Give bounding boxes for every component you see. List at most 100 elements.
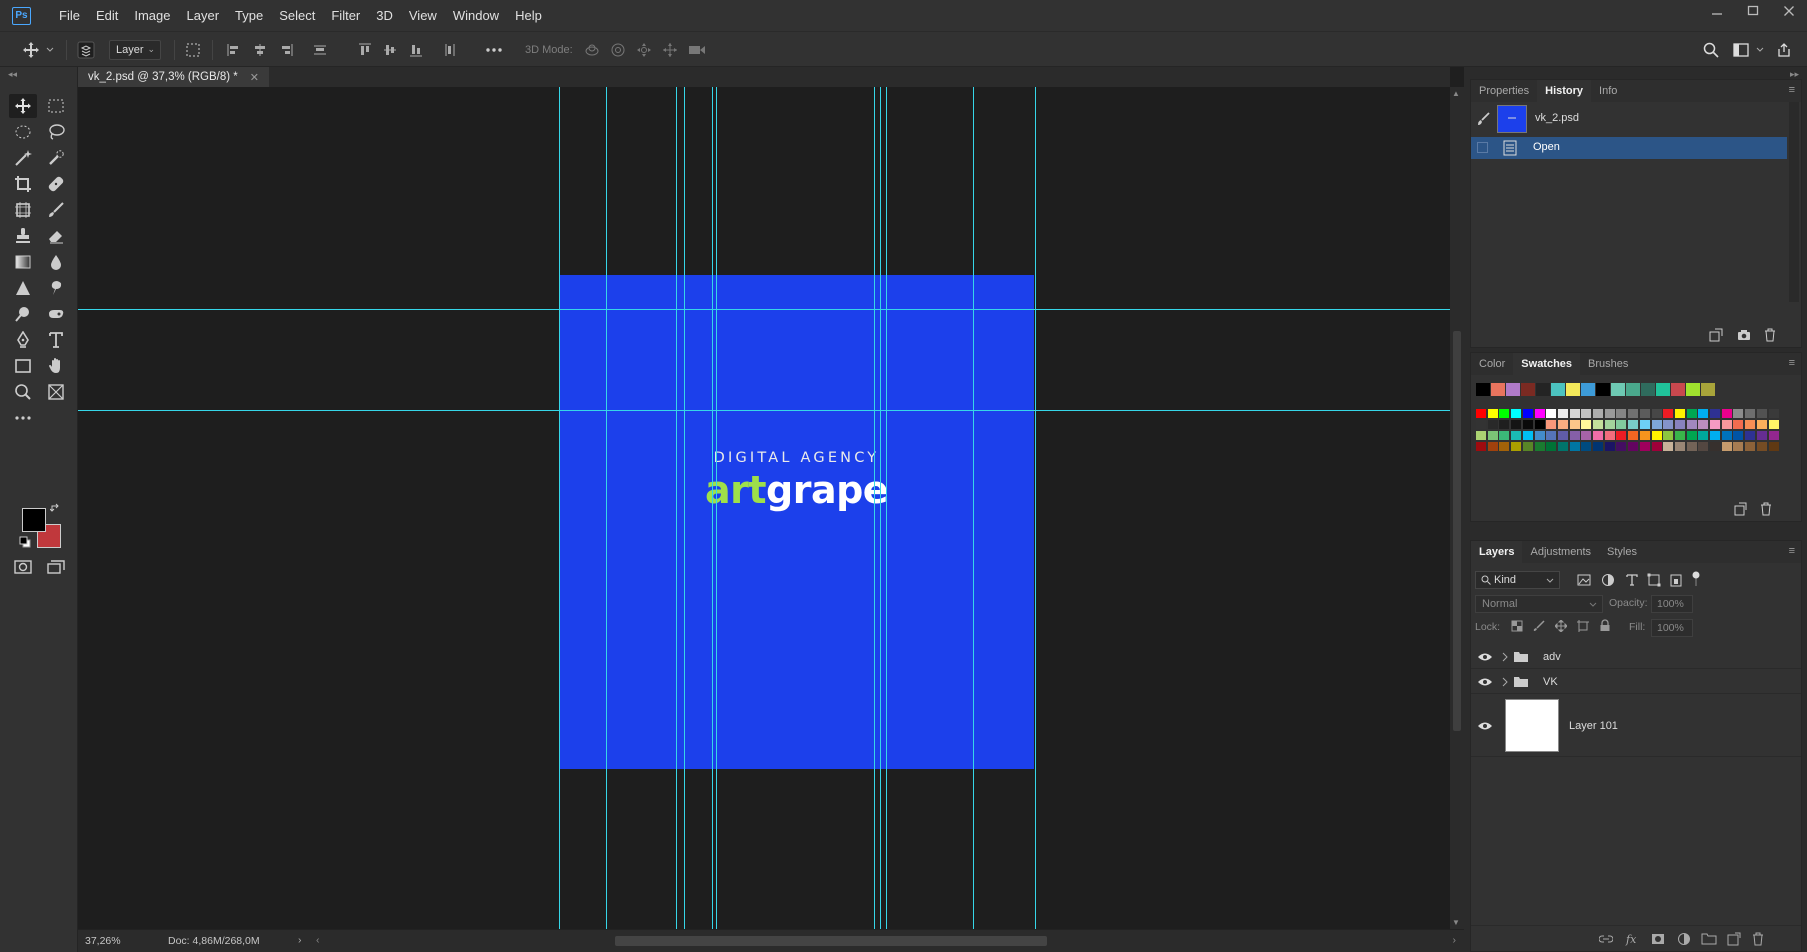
horizontal-guide[interactable]	[78, 309, 1450, 310]
crop-tool[interactable]	[9, 172, 37, 196]
tab-info[interactable]: Info	[1591, 80, 1625, 102]
recent-color-swatch[interactable]	[1521, 383, 1535, 396]
distribute-vertical-button[interactable]	[440, 32, 460, 68]
color-swatch[interactable]	[1511, 442, 1522, 451]
menu-select[interactable]: Select	[271, 0, 323, 31]
color-swatch[interactable]	[1487, 431, 1498, 440]
swap-colors-button[interactable]	[48, 501, 62, 515]
maximize-button[interactable]	[1735, 0, 1771, 22]
vertical-guide[interactable]	[559, 87, 560, 929]
align-left-button[interactable]	[224, 32, 244, 68]
color-swatch[interactable]	[1698, 420, 1709, 429]
artboard-frame-tool[interactable]	[42, 380, 70, 404]
color-swatch[interactable]	[1546, 409, 1557, 418]
lock-image-pixels-icon[interactable]	[1533, 620, 1545, 632]
trash-icon[interactable]	[1763, 328, 1777, 342]
healing-brush-tool[interactable]	[42, 172, 70, 196]
more-options-button[interactable]	[482, 32, 506, 68]
color-swatch[interactable]	[1628, 442, 1639, 451]
color-swatch[interactable]	[1604, 420, 1615, 429]
type-layer-filter-icon[interactable]	[1625, 573, 1639, 587]
color-swatch[interactable]	[1721, 442, 1732, 451]
color-swatch[interactable]	[1581, 420, 1592, 429]
auto-select-target-select[interactable]: Layer ⌄	[109, 40, 161, 60]
color-swatch[interactable]	[1674, 420, 1685, 429]
color-swatch[interactable]	[1686, 442, 1697, 451]
history-snapshot[interactable]: vk_2.psd	[1471, 102, 1787, 136]
color-swatch[interactable]	[1581, 409, 1592, 418]
color-swatch[interactable]	[1499, 409, 1510, 418]
color-swatch[interactable]	[1604, 409, 1615, 418]
lock-all-icon[interactable]	[1599, 619, 1611, 632]
color-swatch[interactable]	[1499, 442, 1510, 451]
color-swatch[interactable]	[1710, 431, 1720, 440]
horizontal-scroll-thumb[interactable]	[615, 936, 1047, 946]
color-swatch[interactable]	[1639, 420, 1650, 429]
menu-view[interactable]: View	[401, 0, 445, 31]
color-swatch[interactable]	[1674, 442, 1685, 451]
3d-orbit-button[interactable]	[582, 32, 602, 68]
menu-3d[interactable]: 3D	[368, 0, 401, 31]
recent-color-swatch[interactable]	[1611, 383, 1625, 396]
color-swatch[interactable]	[1593, 409, 1603, 418]
document-tab[interactable]: vk_2.psd @ 37,3% (RGB/8) * ✕	[78, 67, 269, 87]
color-swatch[interactable]	[1745, 442, 1756, 451]
status-menu-arrow-icon[interactable]: ›	[298, 934, 302, 946]
zoom-level[interactable]: 37,26%	[85, 935, 121, 947]
color-swatch[interactable]	[1628, 420, 1639, 429]
color-swatch[interactable]	[1698, 442, 1709, 451]
auto-select-toggle[interactable]	[74, 32, 98, 68]
color-swatch[interactable]	[1569, 442, 1580, 451]
color-swatch[interactable]	[1476, 409, 1486, 418]
color-swatch[interactable]	[1557, 420, 1568, 429]
layer-row-vk[interactable]: VK	[1471, 670, 1801, 694]
screen-mode-button[interactable]	[42, 555, 70, 579]
color-swatch[interactable]	[1581, 442, 1592, 451]
align-center-button[interactable]	[250, 32, 270, 68]
search-button[interactable]	[1700, 32, 1722, 68]
visibility-eye-icon[interactable]	[1477, 676, 1493, 688]
vertical-guide[interactable]	[874, 87, 875, 929]
new-document-from-state-icon[interactable]	[1709, 328, 1723, 342]
recent-color-swatch[interactable]	[1701, 383, 1715, 396]
scroll-left-icon[interactable]: ‹	[316, 934, 320, 946]
artboard[interactable]: DIGITAL AGENCY artgrape	[559, 275, 1034, 769]
panel-menu-icon[interactable]: ≡	[1789, 545, 1795, 557]
trash-icon[interactable]	[1759, 502, 1773, 516]
close-tab-icon[interactable]: ✕	[250, 71, 259, 84]
color-swatch[interactable]	[1604, 431, 1615, 440]
pen-tool[interactable]	[9, 328, 37, 352]
canvas-area[interactable]: DIGITAL AGENCY artgrape	[78, 87, 1450, 929]
color-swatch[interactable]	[1756, 409, 1767, 418]
pixel-layer-filter-icon[interactable]	[1577, 573, 1591, 587]
color-swatch[interactable]	[1534, 431, 1545, 440]
color-swatch[interactable]	[1546, 442, 1557, 451]
menu-edit[interactable]: Edit	[88, 0, 126, 31]
elliptical-marquee-tool[interactable]	[9, 120, 37, 144]
color-swatch[interactable]	[1557, 409, 1568, 418]
brush-tool[interactable]	[42, 198, 70, 222]
color-swatch[interactable]	[1511, 431, 1522, 440]
align-middle-button[interactable]	[380, 32, 400, 68]
menu-filter[interactable]: Filter	[323, 0, 368, 31]
color-swatch[interactable]	[1710, 420, 1720, 429]
color-swatch[interactable]	[1499, 420, 1510, 429]
adjustment-layer-filter-icon[interactable]	[1601, 573, 1615, 587]
color-swatch[interactable]	[1546, 420, 1557, 429]
sponge-tool[interactable]	[42, 302, 70, 326]
recent-color-swatch[interactable]	[1671, 383, 1685, 396]
align-bottom-button[interactable]	[406, 32, 426, 68]
color-swatch[interactable]	[1639, 431, 1650, 440]
color-swatch[interactable]	[1557, 431, 1568, 440]
layer-row-adv[interactable]: adv	[1471, 645, 1801, 669]
color-swatch[interactable]	[1710, 442, 1720, 451]
color-swatch[interactable]	[1721, 420, 1732, 429]
chevron-right-icon[interactable]	[1501, 652, 1509, 662]
color-swatch[interactable]	[1745, 431, 1756, 440]
color-swatch[interactable]	[1686, 420, 1697, 429]
color-swatch[interactable]	[1768, 409, 1779, 418]
clone-stamp-tool[interactable]	[9, 224, 37, 248]
tab-swatches[interactable]: Swatches	[1513, 353, 1581, 375]
visibility-eye-icon[interactable]	[1477, 720, 1493, 732]
menu-help[interactable]: Help	[507, 0, 550, 31]
